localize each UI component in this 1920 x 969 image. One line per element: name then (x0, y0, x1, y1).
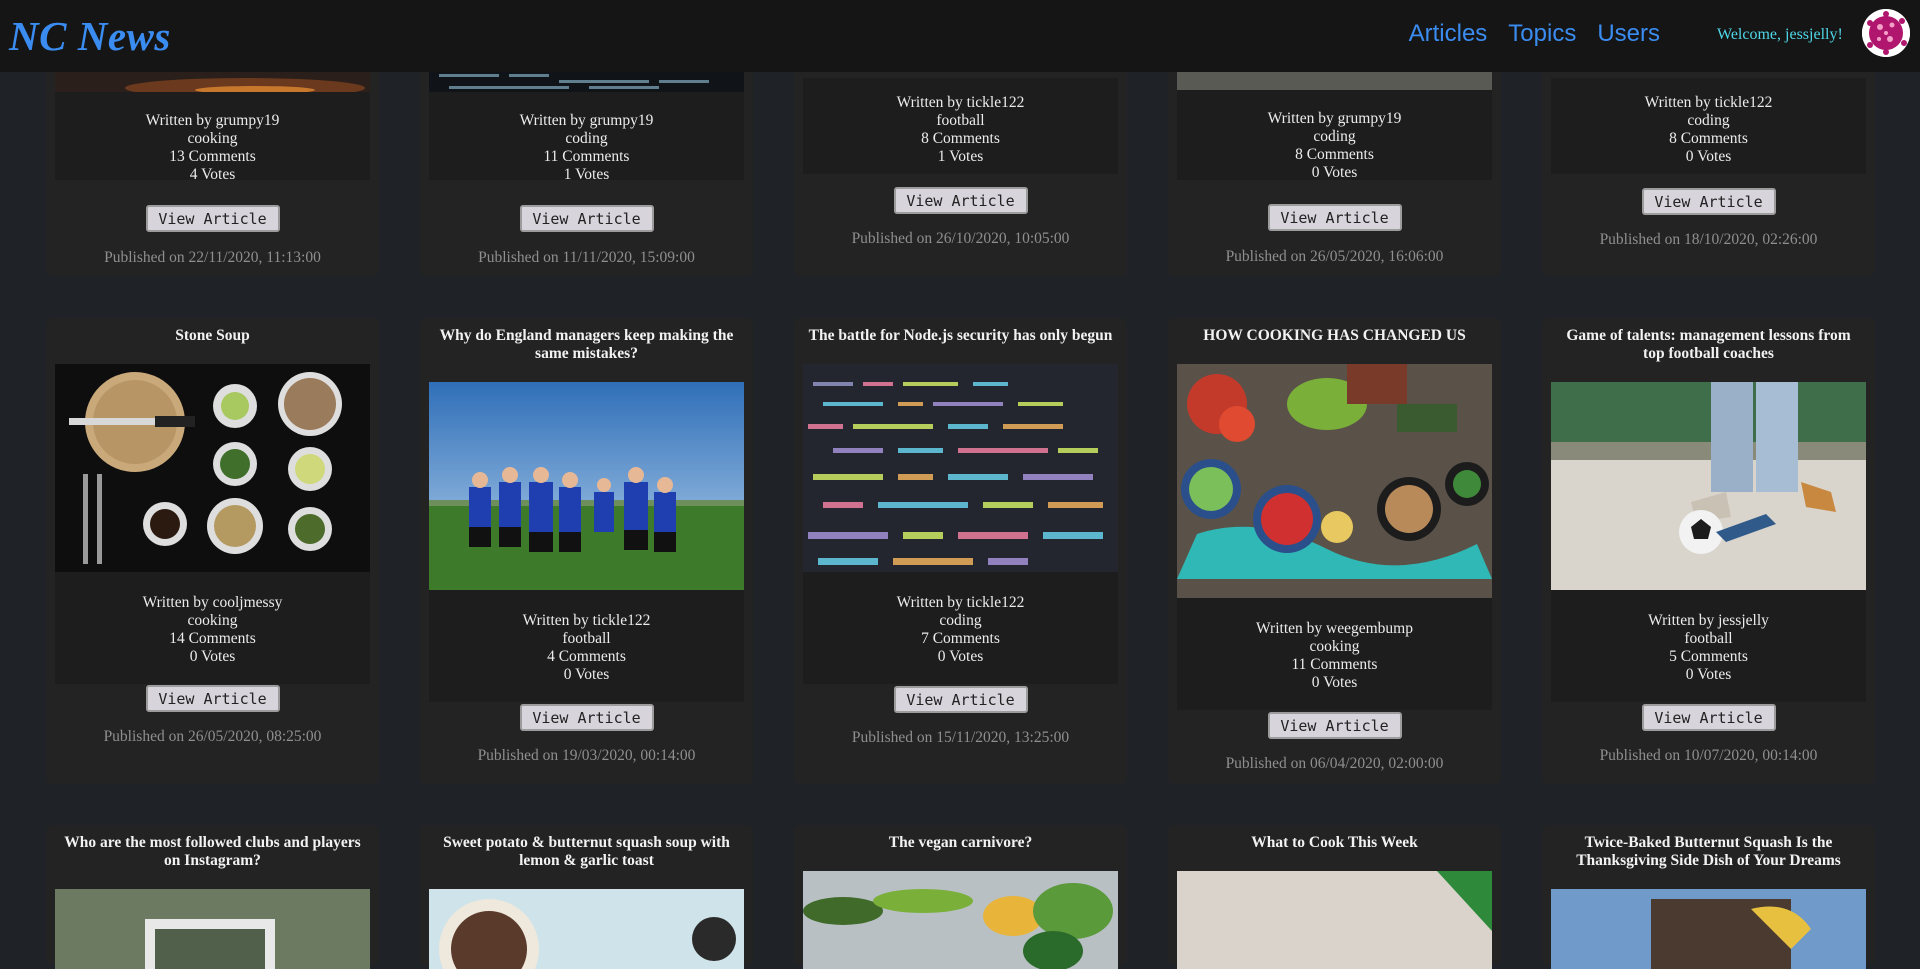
view-article-button[interactable]: View Article (893, 686, 1028, 713)
article-topic: coding (1313, 128, 1356, 145)
view-article-button[interactable]: View Article (145, 205, 280, 232)
article-published: Published on 26/05/2020, 08:25:00 (103, 728, 322, 745)
article-image[interactable] (803, 364, 1118, 572)
article-votes: 1 Votes (563, 166, 610, 183)
article-comments: 8 Comments (921, 130, 1000, 147)
article-published: Published on 18/10/2020, 02:26:00 (1599, 231, 1818, 248)
article-topic: football (1684, 630, 1733, 647)
top-navbar: NC News Articles Topics Users Welcome, j… (0, 0, 1920, 72)
article-published: Published on 11/11/2020, 15:09:00 (478, 249, 695, 266)
article-published: Published on 10/07/2020, 00:14:00 (1599, 747, 1818, 764)
article-topic: coding (939, 612, 982, 629)
articles-grid: Written by grumpy19 cooking 13 Comments … (0, 0, 1920, 969)
view-article-button[interactable]: View Article (519, 704, 654, 731)
article-votes: 0 Votes (1685, 148, 1732, 165)
article-card: Game of talents: management lessons from… (1542, 318, 1875, 784)
nav-links: Articles Topics Users (1409, 20, 1660, 48)
nav-topics-link[interactable]: Topics (1508, 20, 1576, 48)
article-author: Written by tickle122 (896, 594, 1025, 611)
article-card: What to Cook This Week (1168, 825, 1501, 969)
article-image[interactable] (429, 889, 744, 969)
article-votes: 0 Votes (1685, 666, 1732, 683)
article-author: Written by cooljmessy (142, 594, 283, 611)
article-topic: football (936, 112, 985, 129)
article-topic: cooking (1309, 638, 1360, 655)
article-card: Sweet potato & butternut squash soup wit… (420, 825, 753, 969)
view-article-button[interactable]: View Article (1641, 188, 1776, 215)
article-published: Published on 19/03/2020, 00:14:00 (477, 747, 696, 764)
view-article-button[interactable]: View Article (519, 205, 654, 232)
article-title[interactable]: The battle for Node.js security has only… (794, 327, 1127, 345)
article-votes: 1 Votes (937, 148, 984, 165)
article-author: Written by weegembump (1256, 620, 1413, 637)
article-topic: football (562, 630, 611, 647)
article-image[interactable] (1551, 889, 1866, 969)
article-title[interactable]: HOW COOKING HAS CHANGED US (1168, 327, 1501, 345)
article-published: Published on 22/11/2020, 11:13:00 (104, 249, 321, 266)
article-comments: 13 Comments (169, 148, 256, 165)
article-title[interactable]: Twice-Baked Butternut Squash Is the Than… (1542, 834, 1875, 870)
article-image[interactable] (1551, 382, 1866, 590)
view-article-button[interactable]: View Article (1641, 704, 1776, 731)
article-card: Twice-Baked Butternut Squash Is the Than… (1542, 825, 1875, 969)
article-topic: cooking (187, 130, 238, 147)
welcome-message: Welcome, jessjelly! (1717, 26, 1843, 43)
article-author: Written by tickle122 (522, 612, 651, 629)
article-title[interactable]: Why do England managers keep making the … (420, 327, 753, 363)
article-title[interactable]: The vegan carnivore? (794, 834, 1127, 852)
article-comments: 14 Comments (169, 630, 256, 647)
article-published: Published on 15/11/2020, 13:25:00 (851, 729, 1070, 746)
nav-users-link[interactable]: Users (1597, 20, 1660, 48)
article-votes: 4 Votes (189, 166, 236, 183)
article-comments: 4 Comments (547, 648, 626, 665)
article-author: Written by grumpy19 (519, 112, 654, 129)
article-image[interactable] (429, 382, 744, 590)
article-comments: 7 Comments (921, 630, 1000, 647)
article-card: HOW COOKING HAS CHANGED US Written by we… (1168, 318, 1501, 784)
article-image[interactable] (55, 364, 370, 572)
article-card: The battle for Node.js security has only… (794, 318, 1127, 784)
view-article-button[interactable]: View Article (1267, 712, 1402, 739)
article-comments: 8 Comments (1295, 146, 1374, 163)
article-card: Why do England managers keep making the … (420, 318, 753, 784)
article-topic: coding (565, 130, 608, 147)
article-votes: 0 Votes (1311, 674, 1358, 691)
article-card: Who are the most followed clubs and play… (46, 825, 379, 969)
article-image[interactable] (55, 889, 370, 969)
article-author: Written by grumpy19 (145, 112, 280, 129)
article-published: Published on 26/10/2020, 10:05:00 (851, 230, 1070, 247)
article-image[interactable] (1177, 364, 1492, 598)
article-author: Written by tickle122 (896, 94, 1025, 111)
view-article-button[interactable]: View Article (893, 187, 1028, 214)
brand-logo[interactable]: NC News (9, 12, 171, 60)
article-title[interactable]: Stone Soup (46, 327, 379, 345)
article-published: Published on 26/05/2020, 16:06:00 (1225, 248, 1444, 265)
article-title[interactable]: Sweet potato & butternut squash soup wit… (420, 834, 753, 870)
article-comments: 11 Comments (543, 148, 630, 165)
article-author: Written by grumpy19 (1267, 110, 1402, 127)
article-topic: coding (1687, 112, 1730, 129)
article-comments: 11 Comments (1291, 656, 1378, 673)
article-card: Stone Soup Written by cooljmessy cooking… (46, 318, 379, 784)
article-author: Written by tickle122 (1644, 94, 1773, 111)
view-article-button[interactable]: View Article (145, 685, 280, 712)
article-card: The vegan carnivore? (794, 825, 1127, 969)
article-votes: 0 Votes (937, 648, 984, 665)
article-title[interactable]: Who are the most followed clubs and play… (46, 834, 379, 870)
article-votes: 0 Votes (189, 648, 236, 665)
article-comments: 5 Comments (1669, 648, 1748, 665)
article-title[interactable]: Game of talents: management lessons from… (1542, 327, 1875, 363)
article-published: Published on 06/04/2020, 02:00:00 (1225, 755, 1444, 772)
user-avatar[interactable] (1862, 9, 1910, 57)
article-author: Written by jessjelly (1648, 612, 1769, 629)
article-votes: 0 Votes (563, 666, 610, 683)
article-topic: cooking (187, 612, 238, 629)
article-comments: 8 Comments (1669, 130, 1748, 147)
view-article-button[interactable]: View Article (1267, 204, 1402, 231)
nav-articles-link[interactable]: Articles (1409, 20, 1488, 48)
article-title[interactable]: What to Cook This Week (1168, 834, 1501, 852)
article-image[interactable] (803, 871, 1118, 969)
article-image[interactable] (1177, 871, 1492, 969)
article-votes: 0 Votes (1311, 164, 1358, 181)
